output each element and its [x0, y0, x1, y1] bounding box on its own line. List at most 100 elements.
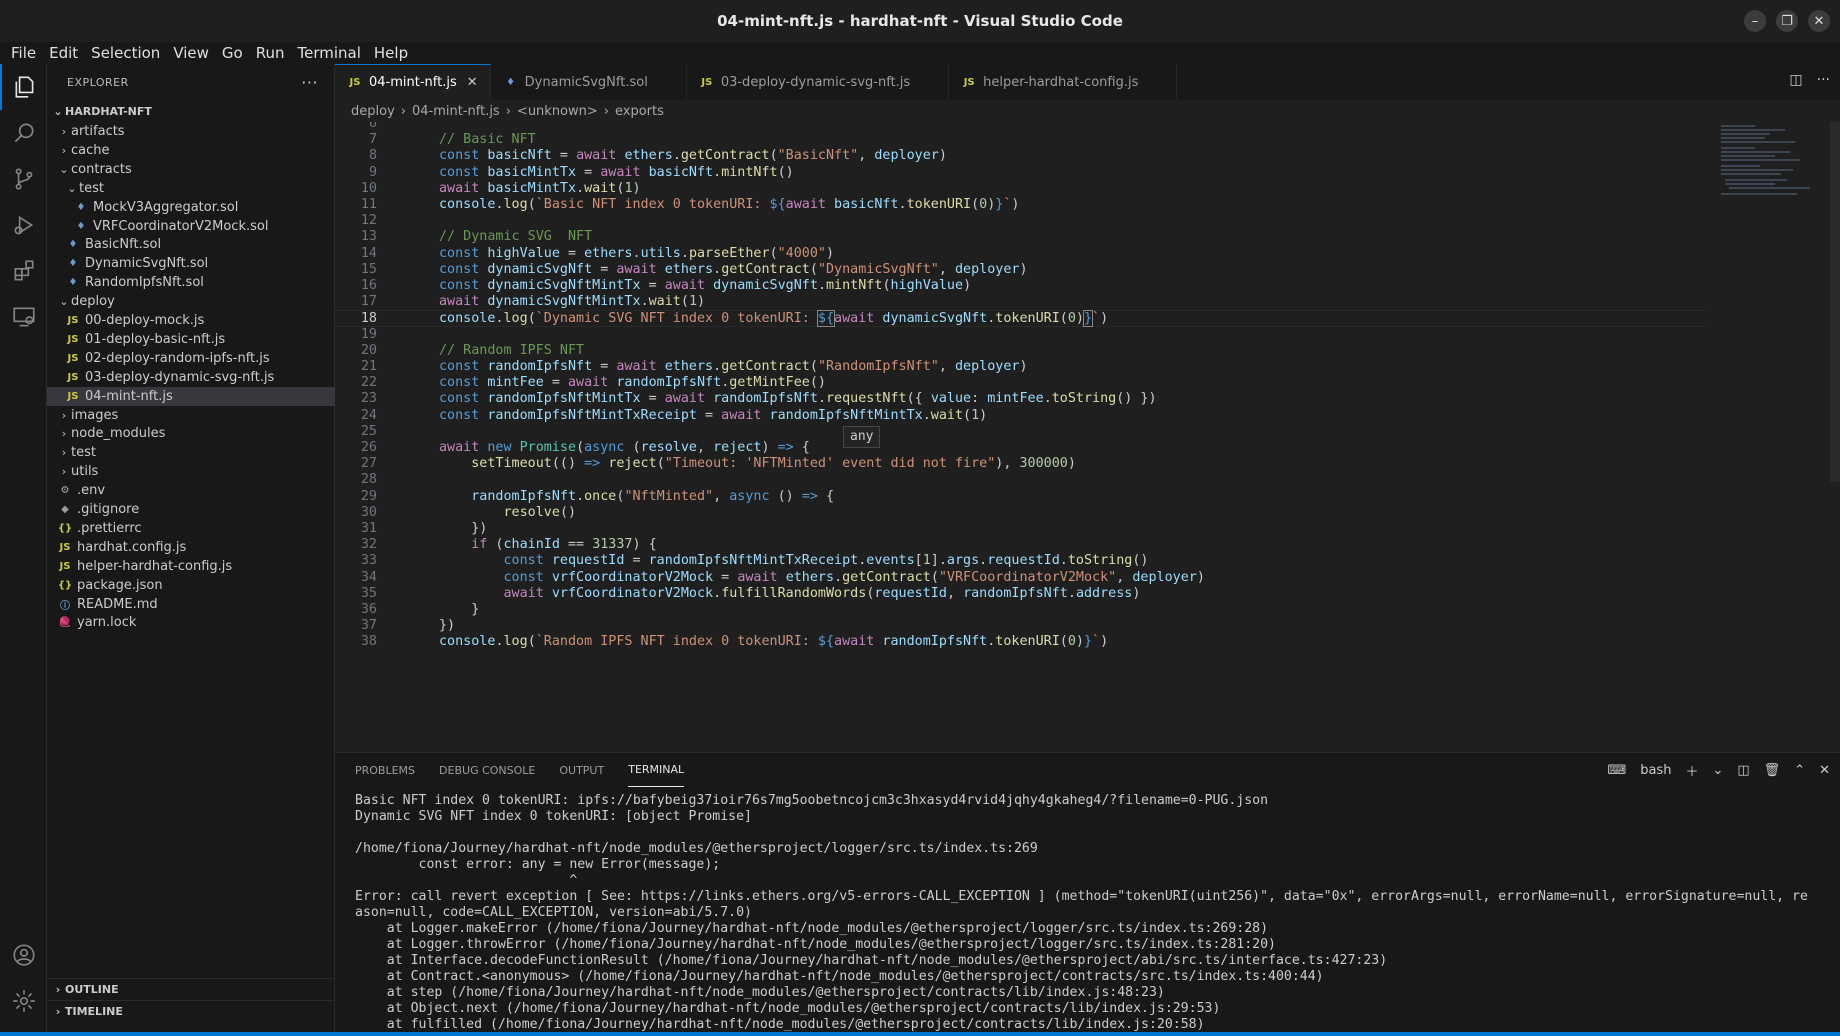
more-actions-icon[interactable]: ··· [301, 73, 318, 92]
js-file-icon: JS [67, 352, 79, 364]
remote-explorer-icon[interactable] [0, 294, 47, 340]
file-package.json[interactable]: {} package.json [47, 576, 335, 595]
file-README.md[interactable]: ⓘ README.md [47, 595, 335, 614]
file-DynamicSvgNft.sol[interactable]: ♦ DynamicSvgNft.sol [47, 254, 335, 273]
breadcrumb-item[interactable]: deploy [351, 104, 395, 119]
file-04-mint-nft.js[interactable]: JS 04-mint-nft.js [47, 386, 335, 406]
folder-contracts[interactable]: ⌄ contracts [47, 160, 335, 179]
line-number: 36 [360, 602, 377, 617]
new-terminal-icon[interactable]: ＋ [1685, 761, 1698, 780]
folder-images[interactable]: › images [47, 406, 335, 425]
tree-item-label: package.json [77, 577, 163, 593]
workspace-root[interactable]: ⌄ HARDHAT-NFT [47, 100, 335, 122]
file-02-deploy-random-ipfs-nft.js[interactable]: JS 02-deploy-random-ipfs-nft.js [47, 349, 335, 368]
run-debug-icon[interactable] [0, 202, 47, 248]
terminal-shell-name[interactable]: bash [1640, 763, 1671, 778]
line-number: 20 [360, 342, 377, 358]
chevron-down-icon[interactable]: ⌄ [1712, 763, 1723, 778]
folder-deploy[interactable]: ⌄ deploy [47, 292, 335, 311]
tab-04-mint-nft.js[interactable]: JS 04-mint-nft.js ✕ [335, 64, 491, 100]
timeline-label: TIMELINE [65, 1005, 123, 1018]
editor-scrollbar[interactable] [1830, 122, 1840, 482]
js-file-icon: JS [67, 315, 79, 326]
code-text: await basicMintTx.wait(1) [439, 180, 641, 196]
file-.gitignore[interactable]: ◆ .gitignore [47, 500, 335, 519]
folder-cache[interactable]: › cache [47, 141, 335, 160]
manage-gear-icon[interactable] [0, 978, 47, 1024]
maximize-panel-icon[interactable]: ⌃ [1794, 763, 1805, 778]
extensions-icon[interactable] [0, 248, 47, 294]
code-editor[interactable]: 6 7 // Basic NFT 8 const basicNft = await et… [335, 122, 1705, 752]
chevron-right-icon: › [61, 465, 67, 479]
file-RandomIpfsNft.sol[interactable]: ♦ RandomIpfsNft.sol [47, 273, 335, 292]
menu-go[interactable]: Go [217, 44, 248, 62]
file-VRFCoordinatorV2Mock.sol[interactable]: ♦ VRFCoordinatorV2Mock.sol [47, 217, 335, 236]
close-panel-icon[interactable]: ✕ [1819, 763, 1830, 778]
file-hardhat.config.js[interactable]: JS hardhat.config.js [47, 538, 335, 557]
account-icon[interactable] [0, 932, 47, 978]
menu-terminal[interactable]: Terminal [293, 44, 366, 62]
more-actions-icon[interactable]: ··· [1817, 72, 1830, 88]
close-window-icon[interactable]: ✕ [1808, 10, 1830, 32]
terminal-output[interactable]: Basic NFT index 0 tokenURI: ipfs://bafyb… [355, 793, 1830, 1033]
file-01-deploy-basic-nft.js[interactable]: JS 01-deploy-basic-nft.js [47, 330, 335, 349]
line-number: 19 [360, 326, 377, 342]
tab-helper-hardhat-config.js[interactable]: JS helper-hardhat-config.js [949, 64, 1178, 100]
chevron-right-icon: › [55, 1005, 61, 1018]
panel-tab-debug-console[interactable]: DEBUG CONSOLE [439, 753, 535, 787]
tab-DynamicSvgNft.sol[interactable]: ♦ DynamicSvgNft.sol [491, 64, 687, 100]
file-.env[interactable]: ⚙ .env [47, 481, 335, 500]
file-yarn.lock[interactable]: 🧶 yarn.lock [47, 613, 335, 632]
panel-tab-problems[interactable]: PROBLEMS [355, 753, 415, 787]
code-line: 7 // Basic NFT [335, 132, 1705, 148]
file-helper-hardhat-config.js[interactable]: JS helper-hardhat-config.js [47, 557, 335, 576]
menu-run[interactable]: Run [251, 44, 290, 62]
outline-section[interactable]: › OUTLINE [47, 978, 335, 1000]
menu-file[interactable]: File [6, 44, 41, 62]
tree-item-label: deploy [71, 294, 115, 310]
menu-help[interactable]: Help [369, 44, 413, 62]
breadcrumb-item[interactable]: exports [615, 104, 664, 119]
folder-utils[interactable]: › utils [47, 462, 335, 481]
folder-artifacts[interactable]: › artifacts [47, 122, 335, 141]
folder-test[interactable]: › test [47, 443, 335, 462]
source-control-icon[interactable] [0, 156, 47, 202]
close-tab-icon[interactable]: ✕ [467, 75, 478, 90]
panel-tab-terminal[interactable]: TERMINAL [628, 753, 685, 787]
menu-selection[interactable]: Selection [86, 44, 165, 62]
tree-item-label: 03-deploy-dynamic-svg-nft.js [85, 369, 275, 385]
minimize-icon[interactable]: – [1744, 10, 1766, 32]
line-number: 25 [360, 423, 377, 439]
tree-item-label: cache [71, 142, 110, 158]
chevron-down-icon: ⌄ [59, 295, 69, 309]
terminal-line: at Object.next (/home/fiona/Journey/hard… [355, 1001, 1221, 1016]
line-number: 33 [360, 553, 377, 569]
tab-03-deploy-dynamic-svg-nft.js[interactable]: JS 03-deploy-dynamic-svg-nft.js [687, 64, 950, 100]
file-00-deploy-mock.js[interactable]: JS 00-deploy-mock.js [47, 311, 335, 330]
explorer-icon[interactable] [0, 64, 47, 110]
folder-node_modules[interactable]: › node_modules [47, 424, 335, 443]
minimap[interactable] [1715, 122, 1825, 202]
file-BasicNft.sol[interactable]: ♦ BasicNft.sol [47, 235, 335, 254]
trash-icon[interactable]: 🗑 [1764, 763, 1781, 778]
folder-test[interactable]: ⌄ test [47, 179, 335, 198]
editor-group: JS 04-mint-nft.js ✕ ♦ DynamicSvgNft.sol JS 03-… [335, 64, 1840, 752]
breadcrumb-item[interactable]: 04-mint-nft.js [412, 104, 500, 119]
split-editor-icon[interactable]: ◫ [1789, 72, 1802, 88]
panel-tab-output[interactable]: OUTPUT [559, 753, 604, 787]
search-icon[interactable] [0, 110, 47, 156]
split-terminal-icon[interactable]: ◫ [1737, 763, 1749, 778]
js-file-icon: JS [349, 77, 361, 88]
code-text: const basicNft = await ethers.getContrac… [439, 148, 947, 164]
timeline-section[interactable]: › TIMELINE [47, 1000, 335, 1022]
file-03-deploy-dynamic-svg-nft.js[interactable]: JS 03-deploy-dynamic-svg-nft.js [47, 368, 335, 387]
menu-view[interactable]: View [168, 44, 214, 62]
terminal-line: /home/fiona/Journey/hardhat-nft/node_mod… [355, 841, 1038, 856]
restore-icon[interactable]: ❐ [1776, 10, 1798, 32]
code-line: 38 console.log(`Random IPFS NFT index 0 t… [335, 634, 1705, 650]
breadcrumb-item[interactable]: <unknown> [517, 104, 598, 119]
menu-edit[interactable]: Edit [44, 44, 83, 62]
file-MockV3Aggregator.sol[interactable]: ♦ MockV3Aggregator.sol [47, 198, 335, 217]
line-number: 32 [360, 537, 377, 553]
file-.prettierrc[interactable]: {} .prettierrc [47, 519, 335, 538]
